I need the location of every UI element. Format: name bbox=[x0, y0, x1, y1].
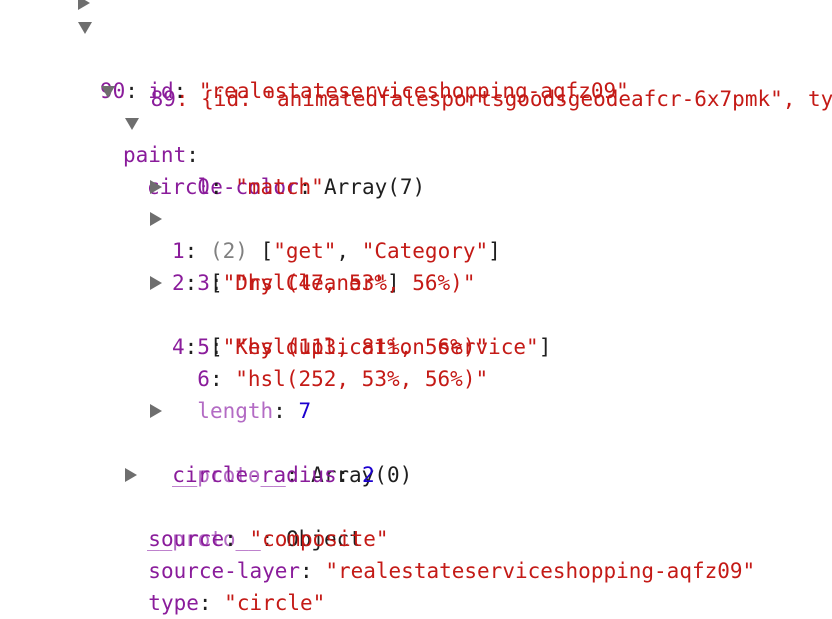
circle-radius-key: circle-radius bbox=[172, 463, 337, 487]
array-index: 3 bbox=[197, 271, 210, 295]
array-item-3: 3: "hsl(47, 53%, 56%)" bbox=[197, 271, 476, 295]
tree-row-circle-radius: circle-radius: 2 bbox=[172, 463, 375, 487]
type-key: type bbox=[148, 591, 199, 615]
tree-row-paint[interactable]: paint: bbox=[101, 75, 199, 167]
collapse-arrow-icon[interactable] bbox=[101, 86, 115, 98]
expand-arrow-icon[interactable] bbox=[150, 180, 162, 194]
type-value: "circle" bbox=[224, 591, 326, 615]
tree-row-type: type: "circle" bbox=[148, 591, 326, 615]
tree-row-id: id: "realestateserviceshopping-aqfz09" bbox=[148, 79, 629, 103]
tree-row-90[interactable]: 90: bbox=[78, 11, 138, 103]
id-value: "realestateserviceshopping-aqfz09" bbox=[198, 79, 629, 103]
array-item-0: 0: "match" bbox=[197, 175, 324, 199]
array-index: 0 bbox=[197, 175, 210, 199]
expand-arrow-icon[interactable] bbox=[78, 0, 90, 10]
array-item-6: 6: "hsl(252, 53%, 56%)" bbox=[197, 367, 489, 391]
array-value: "match" bbox=[235, 175, 324, 199]
id-key: id bbox=[148, 79, 174, 103]
length-value: 7 bbox=[298, 399, 312, 423]
array-item-2[interactable]: 2: ["Dry Cleaner"] bbox=[150, 203, 400, 295]
array-item-1[interactable]: 1: (2) ["get", "Category"] bbox=[150, 171, 501, 263]
array-item-4[interactable]: 4: ["Key duplication service"] bbox=[150, 267, 551, 359]
tree-row-source-layer: source-layer: "realestateserviceshopping… bbox=[148, 559, 756, 583]
expand-arrow-icon[interactable] bbox=[150, 212, 162, 226]
collapse-arrow-icon[interactable] bbox=[125, 118, 139, 130]
array-item-5: 5: "hsl(113, 81%, 56%)" bbox=[197, 335, 489, 359]
expand-arrow-icon[interactable] bbox=[150, 276, 162, 290]
tree-row-circle-color[interactable]: circle-color: Array(7) bbox=[125, 107, 425, 199]
tree-row-source: source: "composite" bbox=[148, 527, 389, 551]
array-value: "hsl(47, 53%, 56%)" bbox=[235, 271, 476, 295]
array-proto[interactable]: __proto__: Array(0) bbox=[150, 395, 412, 487]
circle-color-summary: Array(7) bbox=[324, 175, 426, 199]
expand-arrow-icon[interactable] bbox=[125, 468, 137, 482]
length-key: length bbox=[197, 399, 274, 423]
collapse-arrow-icon[interactable] bbox=[78, 22, 92, 34]
circle-radius-value: 2 bbox=[361, 463, 375, 487]
array-length: length: 7 bbox=[197, 399, 312, 423]
paint-proto[interactable]: __proto__: Object bbox=[125, 459, 362, 551]
expand-arrow-icon[interactable] bbox=[150, 404, 162, 418]
source-layer-value: "realestateserviceshopping-aqfz09" bbox=[325, 559, 756, 583]
